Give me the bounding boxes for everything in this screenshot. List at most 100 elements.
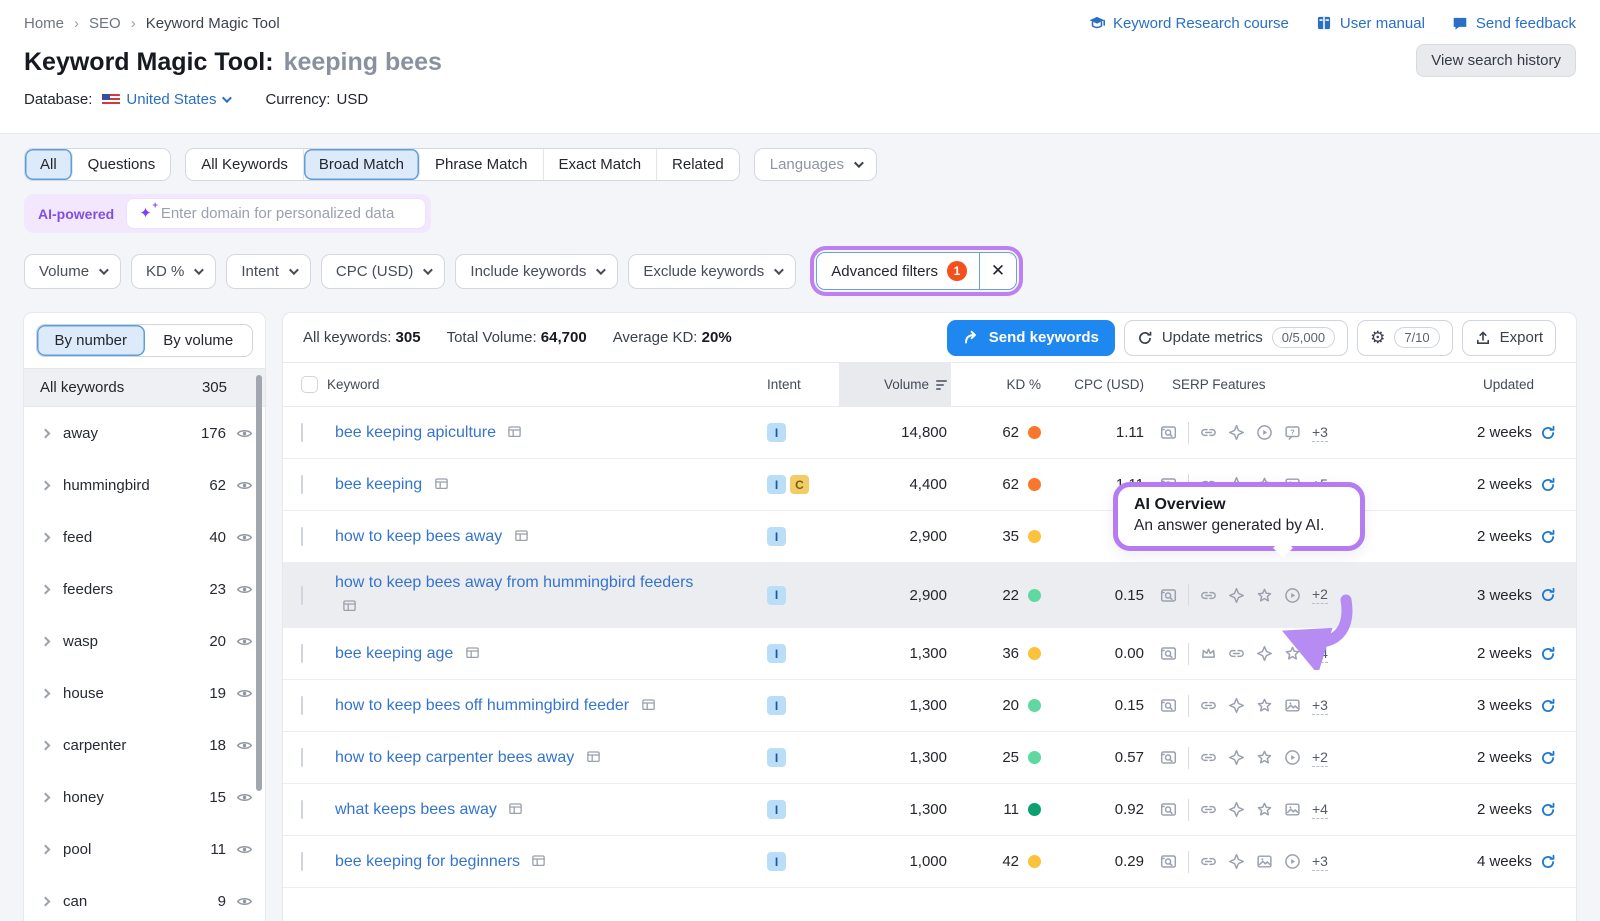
row-checkbox[interactable] xyxy=(301,475,303,494)
keyword-link[interactable]: what keeps bees away xyxy=(335,798,523,822)
filter-dropdown-exclude-keywords[interactable]: Exclude keywords xyxy=(628,254,796,289)
row-checkbox[interactable] xyxy=(301,586,303,605)
eye-icon[interactable] xyxy=(236,425,253,442)
tab-questions[interactable]: Questions xyxy=(73,149,171,180)
chat-icon[interactable]: ? xyxy=(1284,424,1301,441)
filter-dropdown-include-keywords[interactable]: Include keywords xyxy=(455,254,618,289)
serp-preview-icon[interactable] xyxy=(531,853,546,868)
serp-overview-icon[interactable] xyxy=(1160,697,1177,714)
serp-preview-icon[interactable] xyxy=(342,598,357,613)
domain-input[interactable]: ✦ Enter domain for personalized data xyxy=(126,198,426,229)
play-icon[interactable] xyxy=(1284,749,1301,766)
eye-icon[interactable] xyxy=(236,789,253,806)
sidebar-group-pool[interactable]: pool11 xyxy=(24,823,265,875)
sidebar-group-feeders[interactable]: feeders23 xyxy=(24,563,265,615)
eye-icon[interactable] xyxy=(236,477,253,494)
filter-dropdown-intent[interactable]: Intent xyxy=(226,254,311,289)
updated-refresh-icon[interactable] xyxy=(1540,646,1556,662)
star-icon[interactable] xyxy=(1256,801,1273,818)
keyword-link[interactable]: how to keep bees away xyxy=(335,525,529,549)
ai-overview-icon[interactable] xyxy=(1228,853,1245,870)
serp-overview-icon[interactable] xyxy=(1160,645,1177,662)
row-checkbox[interactable] xyxy=(301,696,303,715)
breadcrumb-home[interactable]: Home xyxy=(24,15,64,32)
keyword-link[interactable]: bee keeping age xyxy=(335,642,480,666)
header-link[interactable]: User manual xyxy=(1315,14,1425,32)
updated-refresh-icon[interactable] xyxy=(1540,587,1556,603)
serp-preview-icon[interactable] xyxy=(586,749,601,764)
row-checkbox[interactable] xyxy=(301,644,303,663)
sidebar-toggle-by-volume[interactable]: By volume xyxy=(145,325,253,356)
keyword-link[interactable]: how to keep bees off hummingbird feeder xyxy=(335,694,656,718)
image-icon[interactable] xyxy=(1284,801,1301,818)
play-icon[interactable] xyxy=(1284,853,1301,870)
column-header-updated[interactable]: Updated xyxy=(1384,363,1576,406)
serp-more-link[interactable]: +2 xyxy=(1312,749,1328,767)
column-header-cpc[interactable]: CPC (USD) xyxy=(1041,363,1144,406)
updated-refresh-icon[interactable] xyxy=(1540,698,1556,714)
keyword-link[interactable]: bee keeping apiculture xyxy=(335,421,522,445)
sidebar-group-feed[interactable]: feed40 xyxy=(24,511,265,563)
link-icon[interactable] xyxy=(1200,587,1217,604)
image-icon[interactable] xyxy=(1284,697,1301,714)
crown-icon[interactable] xyxy=(1200,645,1217,662)
serp-preview-icon[interactable] xyxy=(465,645,480,660)
serp-more-link[interactable]: +4 xyxy=(1312,801,1328,819)
column-header-intent[interactable]: Intent xyxy=(767,363,839,406)
sidebar-group-house[interactable]: house19 xyxy=(24,667,265,719)
keyword-link[interactable]: bee keeping xyxy=(335,473,449,497)
ai-overview-icon[interactable] xyxy=(1228,424,1245,441)
settings-button[interactable]: ⚙ 7/10 xyxy=(1357,320,1453,356)
eye-icon[interactable] xyxy=(236,893,253,910)
advanced-filters-close-icon[interactable]: ✕ xyxy=(980,253,1016,289)
star-icon[interactable] xyxy=(1256,749,1273,766)
breadcrumb-seo[interactable]: SEO xyxy=(89,15,121,32)
tab-phrase-match[interactable]: Phrase Match xyxy=(420,149,544,180)
serp-more-link[interactable]: +3 xyxy=(1312,853,1328,871)
image-icon[interactable] xyxy=(1256,853,1273,870)
view-search-history-button[interactable]: View search history xyxy=(1416,44,1576,77)
column-header-kd[interactable]: KD % xyxy=(951,363,1041,406)
sidebar-group-carpenter[interactable]: carpenter18 xyxy=(24,719,265,771)
link-icon[interactable] xyxy=(1200,801,1217,818)
tab-broad-match[interactable]: Broad Match xyxy=(304,149,420,180)
sidebar-scrollbar[interactable] xyxy=(256,375,262,791)
eye-icon[interactable] xyxy=(236,841,253,858)
send-keywords-button[interactable]: Send keywords xyxy=(947,320,1115,356)
sidebar-group-hummingbird[interactable]: hummingbird62 xyxy=(24,459,265,511)
updated-refresh-icon[interactable] xyxy=(1540,477,1556,493)
eye-icon[interactable] xyxy=(236,581,253,598)
filter-dropdown-cpc-usd-[interactable]: CPC (USD) xyxy=(321,254,446,289)
column-header-volume[interactable]: Volume xyxy=(839,363,951,406)
ai-overview-icon[interactable] xyxy=(1228,697,1245,714)
updated-refresh-icon[interactable] xyxy=(1540,750,1556,766)
sidebar-group-can[interactable]: can9 xyxy=(24,875,265,921)
advanced-filters-button[interactable]: Advanced filters 1 xyxy=(817,261,979,281)
row-checkbox[interactable] xyxy=(301,800,303,819)
updated-refresh-icon[interactable] xyxy=(1540,854,1556,870)
select-all-checkbox[interactable] xyxy=(301,376,318,393)
export-button[interactable]: Export xyxy=(1462,320,1556,356)
languages-dropdown[interactable]: Languages xyxy=(754,148,877,181)
tab-related[interactable]: Related xyxy=(657,149,739,180)
sidebar-toggle-by-number[interactable]: By number xyxy=(37,325,145,356)
serp-preview-icon[interactable] xyxy=(641,697,656,712)
link-icon[interactable] xyxy=(1200,749,1217,766)
serp-preview-icon[interactable] xyxy=(514,528,529,543)
play-icon[interactable] xyxy=(1256,424,1273,441)
header-link[interactable]: Send feedback xyxy=(1451,14,1576,32)
link-icon[interactable] xyxy=(1200,697,1217,714)
eye-icon[interactable] xyxy=(236,529,253,546)
ai-overview-icon[interactable] xyxy=(1228,801,1245,818)
filter-dropdown-volume[interactable]: Volume xyxy=(24,254,121,289)
updated-refresh-icon[interactable] xyxy=(1540,802,1556,818)
sidebar-group-honey[interactable]: honey15 xyxy=(24,771,265,823)
row-checkbox[interactable] xyxy=(301,423,303,442)
serp-overview-icon[interactable] xyxy=(1160,853,1177,870)
star-icon[interactable] xyxy=(1256,697,1273,714)
eye-icon[interactable] xyxy=(236,685,253,702)
link-icon[interactable] xyxy=(1200,853,1217,870)
keyword-link[interactable]: how to keep carpenter bees away xyxy=(335,746,601,770)
sidebar-group-away[interactable]: away176 xyxy=(24,407,265,459)
serp-preview-icon[interactable] xyxy=(507,424,522,439)
